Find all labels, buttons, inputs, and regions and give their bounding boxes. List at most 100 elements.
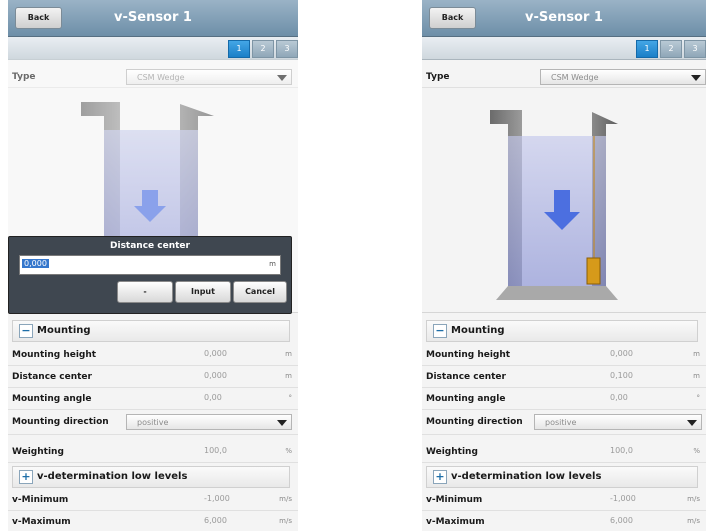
mounting-direction-select[interactable]: positive — [534, 414, 702, 430]
v-minimum-unit: m/s — [687, 495, 700, 503]
v-maximum-row: v-Maximum 6,000 m/s — [422, 511, 706, 531]
low-levels-section-label: v-determination low levels — [37, 471, 188, 482]
mounting-angle-unit: ° — [288, 394, 293, 402]
mounting-direction-value: positive — [545, 418, 577, 427]
mounting-angle-label: Mounting angle — [426, 394, 506, 404]
tab-page-2[interactable]: 2 — [252, 40, 274, 58]
mounting-section-header[interactable]: − Mounting — [12, 320, 290, 342]
mounting-angle-row: Mounting angle 0,00 ° — [8, 388, 298, 410]
dialog-title: Distance center — [110, 241, 190, 251]
mounting-angle-value[interactable]: 0,00 — [610, 393, 628, 402]
type-select[interactable]: CSM Wedge — [540, 69, 706, 85]
page-tabs: 1 2 3 — [422, 37, 706, 60]
cancel-button[interactable]: Cancel — [233, 281, 287, 303]
input-button[interactable]: Input — [175, 281, 231, 303]
distance-center-row: Distance center 0,100 m — [422, 366, 706, 388]
mounting-height-label: Mounting height — [12, 350, 97, 360]
title-bar: Back v-Sensor 1 — [8, 0, 298, 37]
sensor-screen-right: Back v-Sensor 1 1 2 3 Type CSM Wedge − M… — [422, 0, 706, 531]
mounting-height-row: Mounting height 0,000 m — [8, 344, 298, 366]
v-minimum-value[interactable]: -1,000 — [610, 494, 636, 503]
mounting-height-row: Mounting height 0,000 m — [422, 344, 706, 366]
plus-icon[interactable]: + — [19, 470, 33, 484]
triangle-down-icon — [277, 420, 287, 426]
v-maximum-label: v-Maximum — [426, 517, 485, 527]
mounting-angle-value[interactable]: 0,00 — [204, 393, 222, 402]
title-bar: Back v-Sensor 1 — [422, 0, 706, 37]
v-minimum-row: v-Minimum -1,000 m/s — [8, 489, 298, 511]
mounting-angle-row: Mounting angle 0,00 ° — [422, 388, 706, 410]
distance-center-dialog: Distance center 0,000 m - Input Cancel — [8, 236, 292, 314]
dialog-input-unit: m — [269, 260, 276, 268]
type-row: Type CSM Wedge — [422, 66, 706, 88]
channel-visualization — [422, 90, 706, 313]
mounting-direction-label: Mounting direction — [12, 417, 109, 427]
mounting-direction-label: Mounting direction — [426, 417, 523, 427]
distance-center-value[interactable]: 0,000 — [204, 371, 227, 380]
weighting-row: Weighting 100,0 % — [422, 441, 706, 463]
v-minimum-value[interactable]: -1,000 — [204, 494, 230, 503]
triangle-down-icon — [687, 420, 697, 426]
channel-floor — [496, 286, 618, 300]
dialog-value-input[interactable]: 0,000 m — [19, 255, 281, 275]
mounting-angle-unit: ° — [696, 394, 701, 402]
v-maximum-label: v-Maximum — [12, 517, 71, 527]
triangle-down-icon — [691, 75, 701, 81]
tab-page-2[interactable]: 2 — [660, 40, 682, 58]
v-minimum-row: v-Minimum -1,000 m/s — [422, 489, 706, 511]
v-maximum-row: v-Maximum 6,000 m/s — [8, 511, 298, 531]
v-minimum-label: v-Minimum — [426, 495, 483, 505]
v-minimum-unit: m/s — [279, 495, 292, 503]
distance-center-label: Distance center — [12, 372, 92, 382]
weighting-value[interactable]: 100,0 — [204, 446, 227, 455]
weighting-unit: % — [285, 447, 292, 455]
mounting-direction-value: positive — [137, 418, 169, 427]
distance-center-label: Distance center — [426, 372, 506, 382]
minus-icon[interactable]: − — [433, 324, 447, 338]
mounting-section-header[interactable]: − Mounting — [426, 320, 698, 342]
low-levels-section-label: v-determination low levels — [451, 471, 602, 482]
mounting-direction-row: Mounting direction positive — [422, 410, 706, 435]
distance-center-row: Distance center 0,000 m — [8, 366, 298, 388]
channel-graphic — [490, 110, 618, 300]
mounting-height-value[interactable]: 0,000 — [204, 349, 227, 358]
page-tabs: 1 2 3 — [8, 37, 298, 60]
tab-page-3[interactable]: 3 — [276, 40, 298, 58]
v-maximum-value[interactable]: 6,000 — [204, 516, 227, 525]
v-maximum-unit: m/s — [687, 517, 700, 525]
distance-center-unit: m — [693, 372, 700, 380]
minus-icon[interactable]: − — [19, 324, 33, 338]
mounting-height-value[interactable]: 0,000 — [610, 349, 633, 358]
weighting-label: Weighting — [426, 447, 478, 457]
page-title: v-Sensor 1 — [114, 10, 192, 25]
mounting-section-label: Mounting — [37, 325, 91, 336]
mounting-angle-label: Mounting angle — [12, 394, 92, 404]
sensor-icon — [586, 257, 601, 285]
v-minimum-label: v-Minimum — [12, 495, 69, 505]
weighting-label: Weighting — [12, 447, 64, 457]
v-maximum-unit: m/s — [279, 517, 292, 525]
mounting-direction-select[interactable]: positive — [126, 414, 292, 430]
low-levels-section-header[interactable]: + v-determination low levels — [12, 466, 290, 488]
weighting-value[interactable]: 100,0 — [610, 446, 633, 455]
weighting-unit: % — [693, 447, 700, 455]
minus-button[interactable]: - — [117, 281, 173, 303]
mounting-section-label: Mounting — [451, 325, 505, 336]
dialog-input-value: 0,000 — [22, 259, 49, 268]
low-levels-section-header[interactable]: + v-determination low levels — [426, 466, 698, 488]
type-label: Type — [426, 72, 450, 82]
mounting-direction-row: Mounting direction positive — [8, 410, 298, 435]
distance-center-unit: m — [285, 372, 292, 380]
tab-page-1[interactable]: 1 — [636, 40, 658, 58]
plus-icon[interactable]: + — [433, 470, 447, 484]
weighting-row: Weighting 100,0 % — [8, 441, 298, 463]
mounting-height-unit: m — [693, 350, 700, 358]
mounting-height-unit: m — [285, 350, 292, 358]
tab-page-3[interactable]: 3 — [684, 40, 706, 58]
distance-center-value[interactable]: 0,100 — [610, 371, 633, 380]
mounting-height-label: Mounting height — [426, 350, 511, 360]
tab-page-1[interactable]: 1 — [228, 40, 250, 58]
v-maximum-value[interactable]: 6,000 — [610, 516, 633, 525]
type-value: CSM Wedge — [551, 73, 599, 82]
page-title: v-Sensor 1 — [525, 10, 603, 25]
